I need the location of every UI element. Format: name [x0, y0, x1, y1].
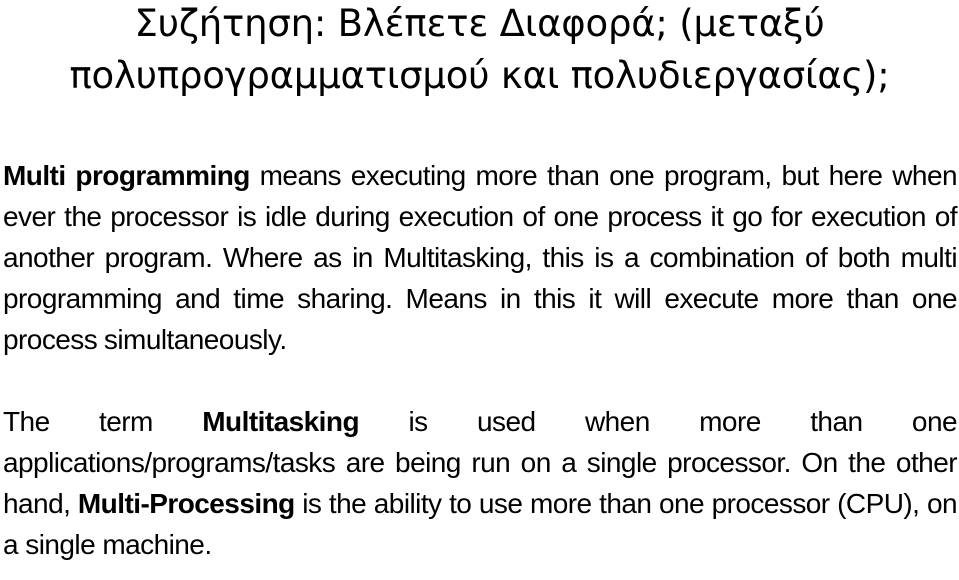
- paragraph-1: Multi programming means executing more t…: [3, 155, 958, 360]
- slide-body: Multi programming means executing more t…: [3, 155, 958, 565]
- paragraph-2: The term Multitasking is used when more …: [3, 401, 958, 565]
- paragraph-1-bold-term: Multi programming: [3, 160, 250, 191]
- slide-canvas: Συζήτηση: Βλέπετε Διαφορά; (μεταξύ πολυπ…: [0, 0, 959, 580]
- slide-title: Συζήτηση: Βλέπετε Διαφορά; (μεταξύ πολυπ…: [69, 2, 890, 97]
- paragraph-2-bold-term-multitasking: Multitasking: [202, 406, 360, 437]
- paragraph-2-text-lead: The term: [3, 406, 203, 437]
- paragraph-2-bold-term-multiprocessing: Multi-Processing: [77, 488, 295, 519]
